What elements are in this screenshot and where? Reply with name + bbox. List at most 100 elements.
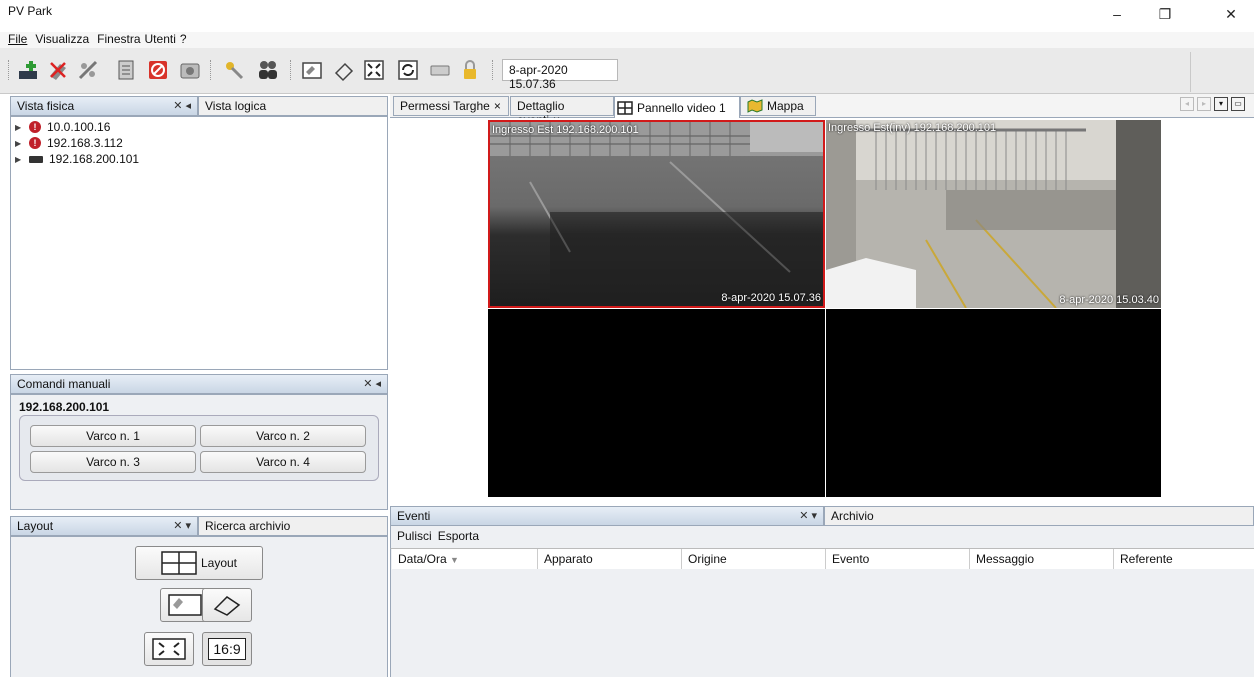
tab-label: Eventi: [397, 509, 431, 523]
menu-utenti[interactable]: Utenti: [145, 32, 176, 48]
toolbar-separator: [290, 60, 291, 80]
video-tile-1[interactable]: Ingresso Est 192.168.200.101 8-apr-2020 …: [488, 120, 825, 308]
fullscreen-button[interactable]: [144, 632, 194, 666]
tab-label: Ricerca archivio: [205, 519, 291, 533]
toolbar-separator: [492, 60, 493, 80]
eraser-icon[interactable]: [332, 58, 356, 82]
export-button[interactable]: Esporta: [438, 529, 479, 545]
minimize-button[interactable]: –: [1094, 0, 1140, 28]
varco-4-button[interactable]: Varco n. 4: [200, 451, 366, 473]
tree-node-device[interactable]: ▶ 192.168.200.101: [15, 151, 139, 167]
layout-button-label: Layout: [200, 556, 238, 570]
selected-device: 192.168.200.101: [19, 400, 110, 414]
tab-list-icon[interactable]: ▾: [1214, 97, 1228, 111]
sort-desc-icon: ▼: [450, 555, 459, 565]
remove-device-icon[interactable]: [46, 58, 70, 82]
tab-label: Pannello video 1: [637, 100, 726, 115]
tab-pannello-video[interactable]: Pannello video 1: [614, 96, 740, 118]
close-button[interactable]: ✕: [1208, 0, 1254, 28]
app-title: PV Park: [8, 4, 53, 18]
tab-vista-logica[interactable]: Vista logica: [198, 96, 388, 116]
tab-mappa[interactable]: Mappa: [740, 96, 816, 116]
title-bar: PV Park – ❐ ✕: [0, 0, 1254, 32]
column-header-evento[interactable]: Evento: [826, 549, 970, 569]
column-header-apparato[interactable]: Apparato: [538, 549, 682, 569]
device-ip: 192.168.200.101: [49, 152, 140, 166]
datetime-display: 8-apr-2020 15.07.36: [502, 59, 618, 91]
expand-arrow-icon[interactable]: ▶: [15, 139, 23, 148]
tab-archivio[interactable]: Archivio: [824, 506, 1254, 526]
device-ip: 10.0.100.16: [47, 120, 111, 134]
layout-button[interactable]: Layout: [135, 546, 263, 580]
keys-icon[interactable]: [222, 58, 246, 82]
tab-label: Archivio: [831, 509, 874, 523]
tab-label: Permessi Targhe: [400, 99, 490, 113]
edit-layout-icon[interactable]: [300, 58, 324, 82]
document-icon[interactable]: [114, 58, 138, 82]
varco-1-button[interactable]: Varco n. 1: [30, 425, 196, 447]
lock-icon[interactable]: [458, 58, 482, 82]
keyboard-icon[interactable]: [428, 58, 452, 82]
add-device-icon[interactable]: [16, 58, 40, 82]
connect-icon[interactable]: [76, 58, 100, 82]
close-pin-icon[interactable]: ✕ ◂: [173, 99, 191, 112]
eraser-icon: [213, 596, 241, 616]
column-label: Data/Ora: [398, 552, 447, 566]
stop-icon[interactable]: [146, 58, 170, 82]
menu-visualizza[interactable]: Visualizza: [35, 32, 89, 48]
column-header-origine[interactable]: Origine: [682, 549, 826, 569]
events-toolbar: Pulisci Esporta: [390, 526, 1254, 548]
close-pin-icon[interactable]: ✕ ◂: [363, 377, 381, 390]
varco-2-button[interactable]: Varco n. 2: [200, 425, 366, 447]
video-tile-2[interactable]: Ingresso Est(inv) 192.168.200.101 8-apr-…: [826, 120, 1161, 308]
camera-timestamp: 8-apr-2020 15.07.36: [721, 292, 821, 304]
tree-node-device[interactable]: ▶ ! 10.0.100.16: [15, 119, 110, 135]
varco-3-button[interactable]: Varco n. 3: [30, 451, 196, 473]
grid-layout-icon: [617, 100, 633, 115]
column-header-dataora[interactable]: Data/Ora ▼: [392, 549, 538, 569]
maximize-button[interactable]: ❐: [1142, 0, 1188, 28]
fullscreen-icon[interactable]: [362, 58, 386, 82]
aspect-ratio-button[interactable]: 16:9: [202, 632, 252, 666]
video-tile-3[interactable]: [488, 309, 825, 497]
device-tree-panel: ▶ ! 10.0.100.16 ▶ ! 192.168.3.112 ▶ 192.…: [10, 116, 388, 370]
error-icon: !: [29, 137, 41, 149]
expand-arrow-icon[interactable]: ▶: [15, 155, 23, 164]
menu-file[interactable]: File: [8, 32, 27, 48]
tab-vista-fisica[interactable]: Vista fisica ✕ ◂: [10, 96, 198, 116]
close-pin-icon[interactable]: ✕ ▾: [173, 519, 191, 532]
scroll-right-icon[interactable]: ▸: [1197, 97, 1211, 111]
maximize-panel-icon[interactable]: ▭: [1231, 97, 1245, 111]
tab-dettaglio-eventi[interactable]: Dettaglio eventi×: [510, 96, 614, 127]
scroll-left-icon[interactable]: ◂: [1180, 97, 1194, 111]
eraser-button[interactable]: [202, 588, 252, 622]
menu-bar: File Visualizza Finestra Utenti ?: [0, 32, 1254, 48]
camera-name-label: Ingresso Est(inv) 192.168.200.101: [828, 122, 997, 134]
video-tile-4[interactable]: [826, 309, 1161, 497]
close-icon[interactable]: ×: [494, 99, 501, 113]
column-header-referente[interactable]: Referente: [1114, 549, 1254, 569]
column-header-messaggio[interactable]: Messaggio: [970, 549, 1114, 569]
menu-finestra[interactable]: Finestra: [97, 32, 140, 48]
map-icon: [747, 99, 763, 113]
close-pin-icon[interactable]: ✕ ▾: [799, 509, 817, 522]
camera-icon: [29, 155, 43, 163]
tab-eventi[interactable]: Eventi ✕ ▾: [390, 506, 824, 526]
refresh-icon[interactable]: [396, 58, 420, 82]
users-icon[interactable]: [256, 58, 280, 82]
camera-feed-2: [826, 120, 1161, 308]
snapshot-icon[interactable]: [178, 58, 202, 82]
camera-feed-1: [490, 122, 823, 306]
tab-permessi-targhe[interactable]: Permessi Targhe ×: [393, 96, 509, 116]
expand-arrow-icon[interactable]: ▶: [15, 123, 23, 132]
menu-help[interactable]: ?: [180, 32, 187, 48]
tab-label: Vista fisica: [17, 99, 75, 113]
toolbar-separator: [210, 60, 211, 80]
clear-button[interactable]: Pulisci: [397, 529, 432, 545]
tab-ricerca-archivio[interactable]: Ricerca archivio: [198, 516, 388, 536]
tree-node-device[interactable]: ▶ ! 192.168.3.112: [15, 135, 123, 151]
manual-commands-header: Comandi manuali ✕ ◂: [10, 374, 388, 394]
panel-title: Comandi manuali: [17, 377, 111, 391]
toolbar-divider: [1190, 52, 1191, 92]
tab-layout[interactable]: Layout ✕ ▾: [10, 516, 198, 536]
